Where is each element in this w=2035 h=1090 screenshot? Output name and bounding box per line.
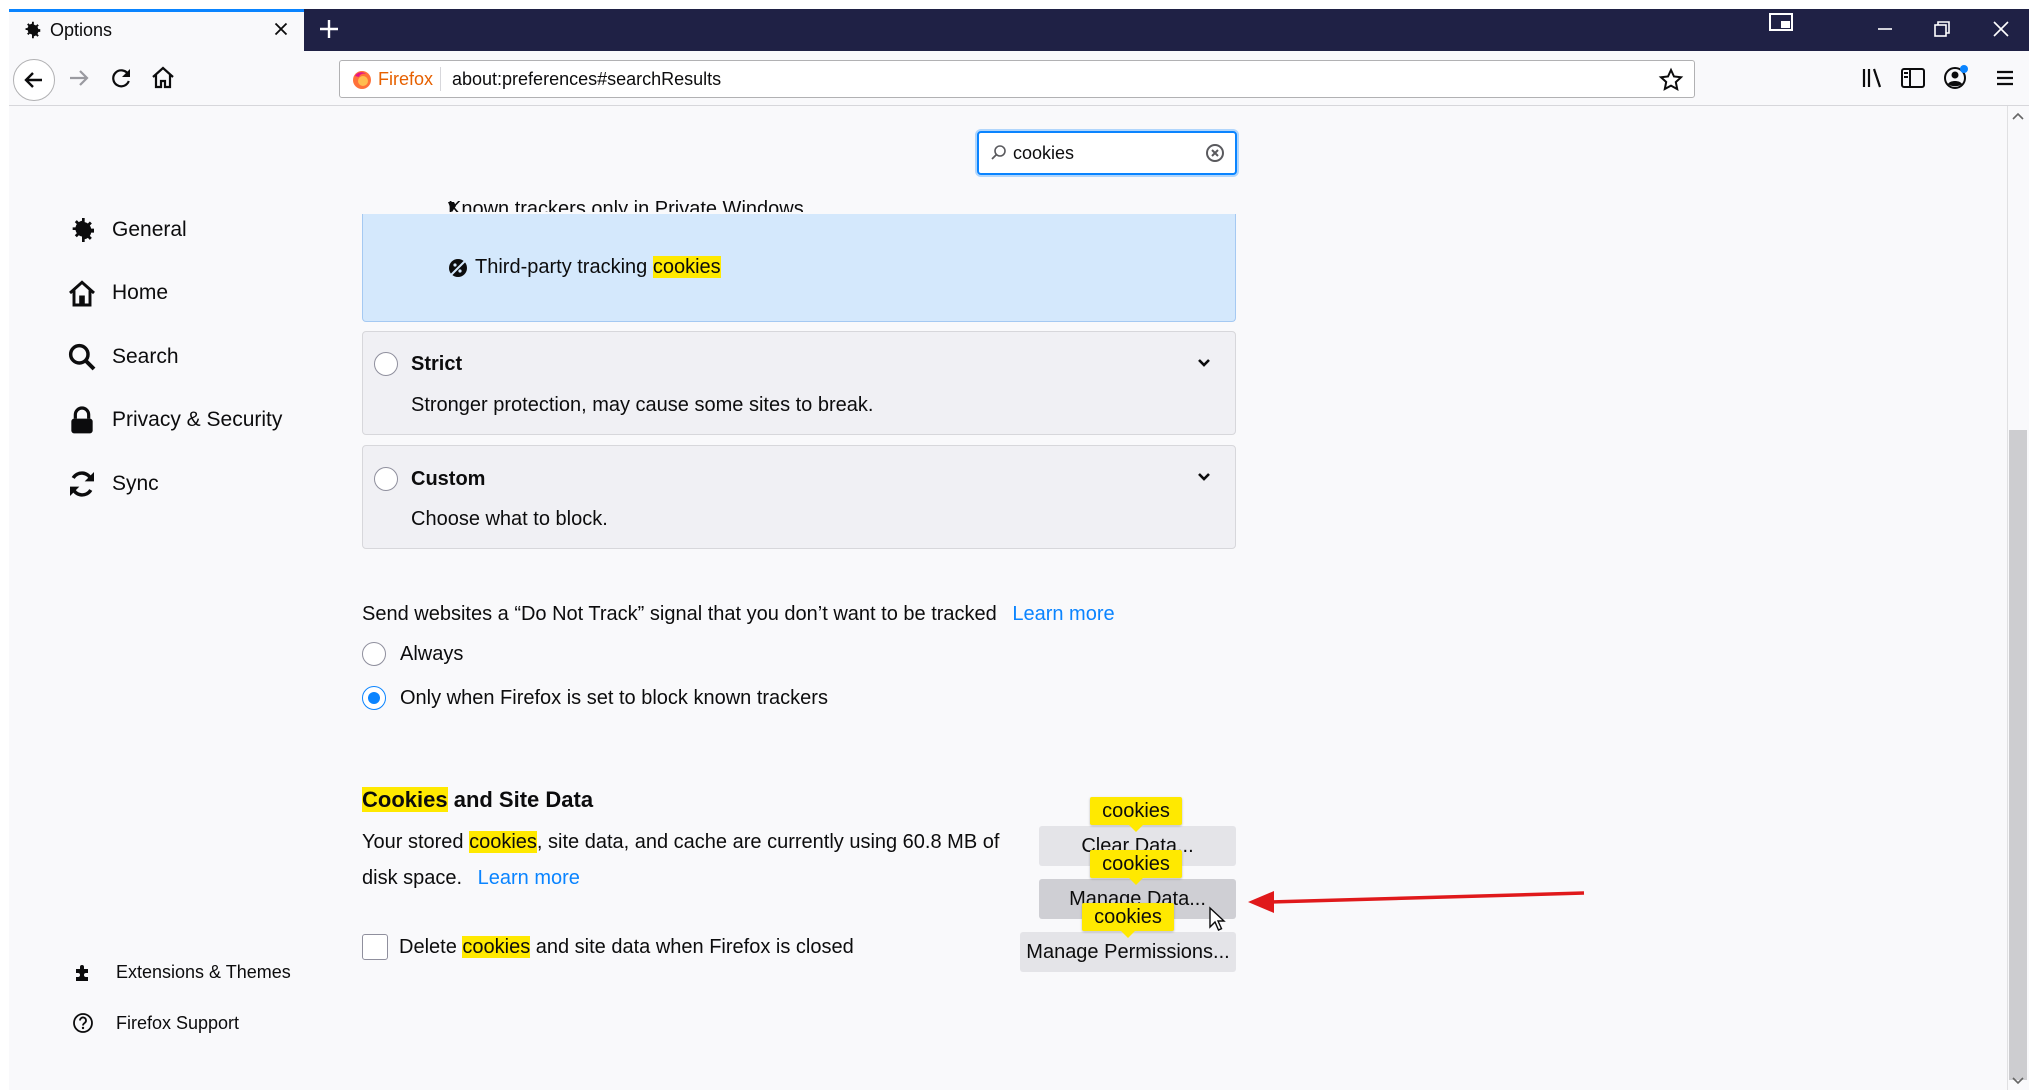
cookies-usage-description-line2: disk space. Learn more [362,867,580,889]
cookie-blocked-icon [449,259,467,277]
chevron-up-icon[interactable] [2010,108,2026,124]
close-icon[interactable] [270,18,292,40]
manage-permissions-button[interactable]: Manage Permissions... [1020,932,1236,972]
tab-options[interactable]: Options [9,9,304,51]
delete-cookies-on-close-checkbox[interactable] [362,934,388,960]
search-input-value[interactable]: cookies [1013,143,1074,164]
dnt-only-when-blocking-radio[interactable] [362,686,386,710]
preferences-search-box[interactable]: cookies [977,131,1237,175]
strict-protection-card[interactable] [362,331,1236,435]
arrow-right-icon[interactable] [62,61,96,95]
arrow-left-icon [24,72,42,88]
restore-icon[interactable] [1924,14,1958,44]
library-icon[interactable] [1856,61,1890,95]
annotation-arrow-icon [1248,891,1585,913]
cookies-usage-description: Your stored cookies, site data, and cach… [362,831,1000,853]
help-icon [73,1013,93,1033]
custom-description: Choose what to block. [411,508,608,530]
dnt-always-label: Always [400,643,464,665]
cookies-section-title: Cookies and Site Data [362,787,594,812]
delete-cookies-on-close-label: Delete cookies and site data when Firefo… [399,936,854,958]
search-highlight: cookies [469,831,537,853]
picture-in-picture-icon[interactable] [1768,12,1794,34]
dnt-learn-more-link[interactable]: Learn more [1012,603,1114,625]
sidebar-item-label: Sync [112,472,159,495]
dnt-always-radio[interactable] [362,642,386,666]
gear-icon [25,21,41,39]
chevron-down-icon[interactable] [1194,352,1214,372]
search-highlight: Cookies [362,787,448,812]
sidebar-item-label: Extensions & Themes [116,961,291,982]
sidebar-item-extensions[interactable]: Extensions & Themes [72,957,291,987]
reload-icon[interactable] [104,61,138,95]
tab-strip [9,9,2029,51]
back-button[interactable] [13,59,55,101]
chevron-down-icon[interactable] [1194,466,1214,486]
url-divider [440,67,441,91]
custom-protection-card[interactable] [362,445,1236,549]
home-icon[interactable] [146,61,180,95]
new-tab-icon[interactable] [314,14,344,44]
menu-icon[interactable] [1988,61,2022,95]
firefox-logo-icon [353,70,371,89]
sidebar-item-label: General [112,218,187,241]
clear-search-icon[interactable] [1205,143,1225,163]
url-bar[interactable]: Firefox about:preferences#searchResults [339,60,1695,98]
url-text[interactable]: about:preferences#searchResults [452,69,721,90]
custom-title: Custom [411,468,486,490]
sidebar-item-home[interactable]: Home [66,273,168,313]
identity-box[interactable]: Firefox [352,69,433,90]
search-icon [991,145,1006,160]
sidebar-toggle-icon[interactable] [1896,61,1930,95]
gear-icon [72,218,94,242]
dnt-only-when-blocking-label: Only when Firefox is set to block known … [400,687,828,709]
search-tooltip-manage-permissions: cookies [1082,903,1174,938]
sidebar-item-general[interactable]: General [66,210,187,250]
scrollbar-thumb[interactable] [2009,430,2027,1080]
strict-title: Strict [411,353,463,375]
sidebar-item-privacy[interactable]: Privacy & Security [66,400,282,440]
tracker-item-private-windows: Known trackers only in Private Windows [448,198,804,212]
puzzle-icon [76,965,88,981]
sidebar-item-search[interactable]: Search [66,337,179,377]
search-tooltip-manage-data: cookies [1090,850,1182,885]
lock-icon [71,406,93,434]
search-highlight: cookies [652,256,721,278]
sidebar-item-label: Privacy & Security [112,408,283,431]
search-icon [68,343,96,371]
strict-description: Stronger protection, may cause some site… [411,394,874,416]
minimize-icon[interactable] [1868,14,1902,44]
tracker-icon [448,202,456,212]
sidebar-item-sync[interactable]: Sync [66,464,159,504]
sync-icon [70,471,94,497]
strict-radio[interactable] [374,352,398,376]
search-highlight: cookies [462,936,531,958]
sidebar-item-label: Firefox Support [116,1012,240,1033]
sidebar-item-label: Home [112,281,169,304]
tracker-item-third-party-cookies: Third-party tracking cookies [475,256,721,278]
star-icon[interactable] [1658,67,1684,93]
chevron-down-icon[interactable] [2010,1074,2026,1088]
cookies-learn-more-link[interactable]: Learn more [478,867,580,889]
sidebar-item-support[interactable]: Firefox Support [72,1008,239,1038]
sidebar-item-label: Search [112,345,179,368]
search-tooltip-clear-data: cookies [1090,797,1182,832]
custom-radio[interactable] [374,467,398,491]
identity-label: Firefox [378,69,434,89]
mouse-cursor-icon [1209,906,1226,931]
tab-title: Options [50,20,113,40]
home-icon [69,280,95,307]
close-window-icon[interactable] [1984,14,2018,44]
account-icon[interactable] [1938,61,1972,95]
dnt-description: Send websites a “Do Not Track” signal th… [362,603,1115,625]
